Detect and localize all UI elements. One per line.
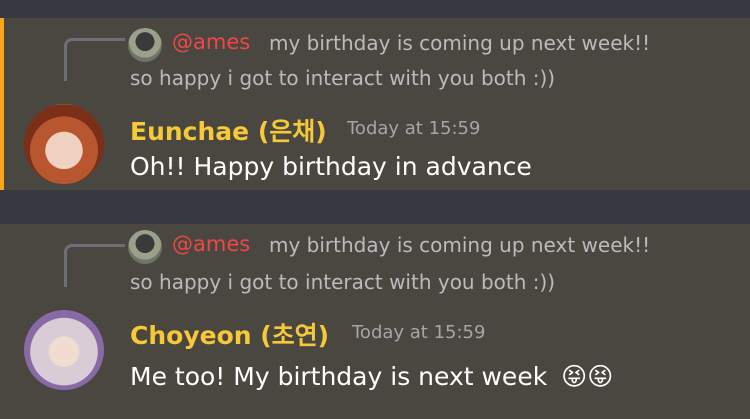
timestamp[interactable]: Today at 15:59 [347, 118, 480, 139]
message-2[interactable]: @ames my birthday is coming up next week… [0, 224, 750, 419]
user-avatar[interactable] [24, 310, 104, 390]
reply-text-line1[interactable]: my birthday is coming up next week!! [269, 31, 650, 55]
username[interactable]: Choyeon (초연) [130, 316, 329, 352]
reply-avatar[interactable] [128, 230, 162, 264]
reply-spine [64, 244, 125, 287]
message-content: Me too! My birthday is next week 😝😝 [130, 362, 613, 391]
message-content: Oh!! Happy birthday in advance [130, 152, 532, 181]
reply-mention[interactable]: @ames [172, 30, 250, 54]
reply-text-line1[interactable]: my birthday is coming up next week!! [269, 233, 650, 257]
user-avatar[interactable] [24, 104, 104, 184]
highlight-accent-bar [0, 18, 4, 190]
squinting-tongue-emoji-icon[interactable]: 😝😝 [561, 362, 613, 391]
reply-mention[interactable]: @ames [172, 232, 250, 256]
message-text: Me too! My birthday is next week [130, 362, 548, 391]
reply-spine [64, 38, 125, 81]
message-1[interactable]: @ames my birthday is coming up next week… [0, 18, 750, 190]
reply-text-line2[interactable]: so happy i got to interact with you both… [130, 66, 555, 90]
reply-text-line2[interactable]: so happy i got to interact with you both… [130, 270, 555, 294]
username[interactable]: Eunchae (은채) [130, 112, 327, 148]
reply-avatar[interactable] [128, 28, 162, 62]
timestamp[interactable]: Today at 15:59 [352, 322, 485, 343]
